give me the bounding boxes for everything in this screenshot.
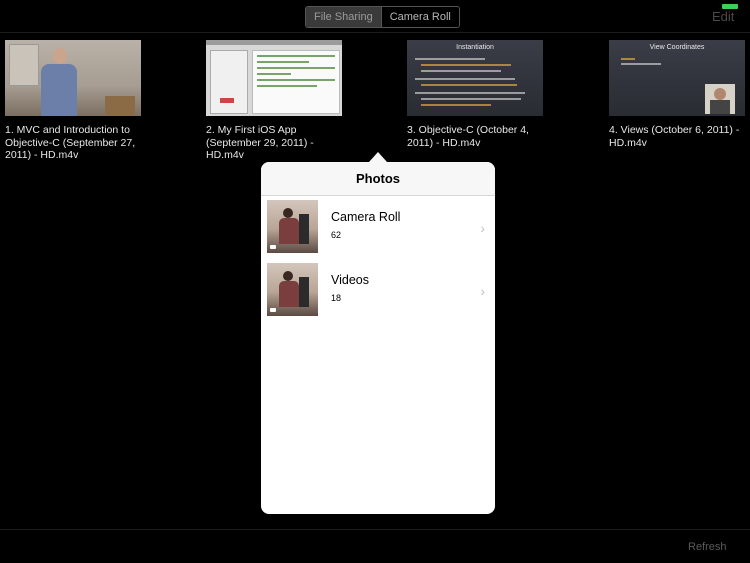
album-count: 18 (331, 293, 342, 303)
bottom-toolbar: Refresh (0, 529, 750, 563)
video-item[interactable]: Instantiation 3. Objective-C (October 4,… (407, 40, 547, 149)
segment-file-sharing[interactable]: File Sharing (306, 7, 382, 27)
album-thumbnail (267, 200, 318, 253)
video-thumbnail[interactable]: View Coordinates (609, 40, 745, 116)
video-thumbnail[interactable]: Instantiation (407, 40, 543, 116)
slide-title: Instantiation (456, 44, 494, 51)
video-item[interactable]: 1. MVC and Introduction to Objective-C (… (5, 40, 145, 162)
video-caption: 2. My First iOS App (September 29, 2011)… (206, 124, 314, 161)
album-row-videos[interactable]: Videos 18 › (261, 259, 495, 322)
album-name: Camera Roll (331, 210, 401, 224)
chevron-right-icon: › (480, 220, 485, 236)
popover-title: Photos (261, 162, 495, 196)
slide-title: View Coordinates (649, 44, 705, 51)
video-caption: 4. Views (October 6, 2011) - HD.m4v (609, 124, 740, 149)
source-segmented-control[interactable]: File Sharing Camera Roll (305, 6, 460, 28)
chevron-right-icon: › (480, 283, 485, 299)
album-thumbnail (267, 263, 318, 316)
refresh-button[interactable]: Refresh (688, 541, 727, 553)
video-camera-icon (270, 308, 276, 312)
popover-arrow (369, 152, 387, 162)
album-count: 62 (331, 230, 342, 240)
video-thumbnail[interactable] (206, 40, 342, 116)
edit-button[interactable]: Edit (712, 9, 734, 24)
top-toolbar: File Sharing Camera Roll Edit (0, 0, 750, 33)
album-name: Videos (331, 273, 369, 287)
photos-popover: Photos Camera Roll 62 › Videos 18 › (261, 162, 495, 514)
segment-camera-roll[interactable]: Camera Roll (381, 7, 459, 27)
album-row-camera-roll[interactable]: Camera Roll 62 › (261, 196, 495, 259)
video-caption: 1. MVC and Introduction to Objective-C (… (5, 124, 136, 161)
video-item[interactable]: 2. My First iOS App (September 29, 2011)… (206, 40, 346, 162)
video-caption: 3. Objective-C (October 4, 2011) - HD.m4… (407, 124, 529, 149)
video-item[interactable]: View Coordinates 4. Views (October 6, 20… (609, 40, 749, 149)
screen: File Sharing Camera Roll Edit 1. MVC and… (0, 0, 750, 563)
camera-icon (270, 245, 276, 249)
video-thumbnail[interactable] (5, 40, 141, 116)
